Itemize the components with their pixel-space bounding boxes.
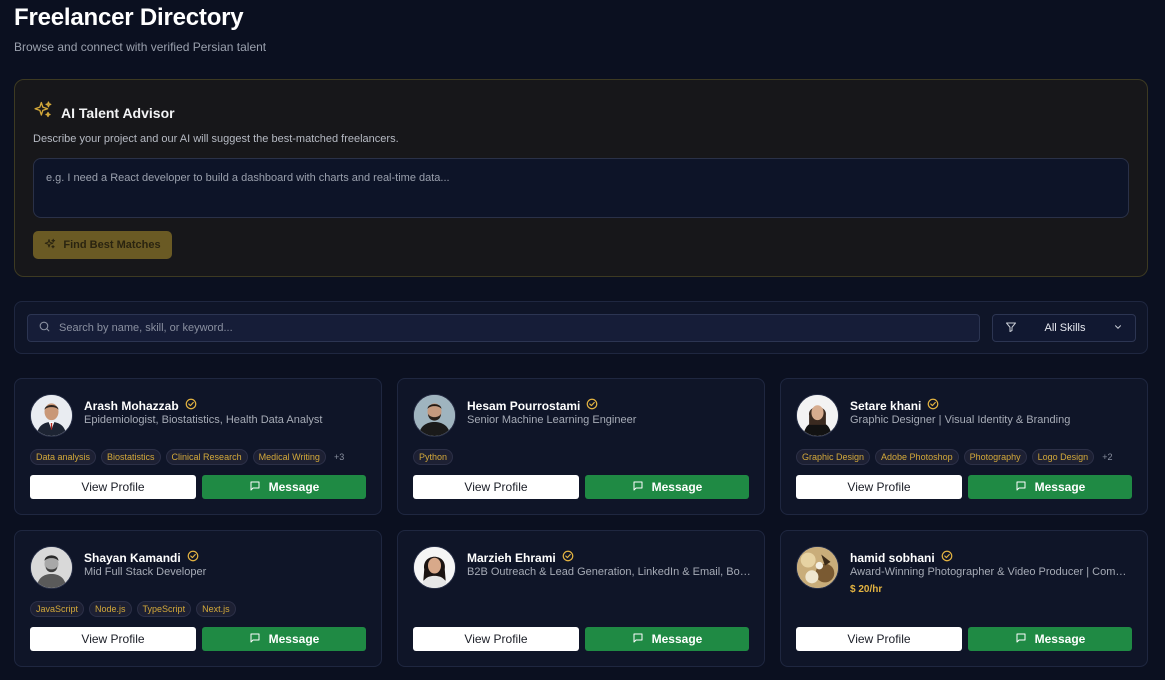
chat-bubble-icon — [632, 480, 644, 495]
message-label: Message — [268, 632, 320, 646]
message-label: Message — [1034, 480, 1086, 494]
skill-tags: Graphic Design Adobe Photoshop Photograp… — [796, 449, 1112, 465]
search-input[interactable]: Search by name, skill, or keyword... — [27, 314, 980, 342]
freelancer-name: Arash Mohazzab — [84, 399, 179, 413]
freelancer-name: Setare khani — [850, 399, 922, 413]
freelancer-card: Setare khani Graphic Designer | Visual I… — [780, 378, 1148, 515]
message-button[interactable]: Message — [202, 475, 366, 499]
chat-bubble-icon — [1015, 632, 1027, 647]
avatar — [413, 394, 456, 437]
skill-tag: Clinical Research — [165, 449, 248, 465]
freelancer-card: Arash Mohazzab Epidemiologist, Biostatis… — [14, 378, 382, 515]
message-button[interactable]: Message — [202, 627, 366, 651]
avatar — [30, 394, 73, 437]
view-profile-button[interactable]: View Profile — [30, 475, 196, 499]
skill-tag: Graphic Design — [796, 449, 871, 465]
freelancer-role: Graphic Designer | Visual Identity & Bra… — [850, 414, 1071, 426]
message-label: Message — [1034, 632, 1086, 646]
advisor-description: Describe your project and our AI will su… — [33, 133, 399, 145]
chat-bubble-icon — [249, 480, 261, 495]
freelancer-card: hamid sobhani Award-Winning Photographer… — [780, 530, 1148, 667]
verified-badge-icon — [941, 549, 953, 567]
skills-filter-value: All Skills — [1044, 322, 1086, 334]
skill-tag: Node.js — [89, 601, 132, 617]
freelancer-role: B2B Outreach & Lead Generation, LinkedIn… — [467, 566, 752, 578]
chat-bubble-icon — [632, 632, 644, 647]
avatar — [796, 546, 839, 589]
view-profile-button[interactable]: View Profile — [796, 475, 962, 499]
message-button[interactable]: Message — [968, 627, 1132, 651]
message-label: Message — [651, 632, 703, 646]
hourly-rate: $ 20/hr — [850, 584, 883, 595]
view-profile-button[interactable]: View Profile — [30, 627, 196, 651]
freelancer-name: Marzieh Ehrami — [467, 551, 556, 565]
advisor-title: AI Talent Advisor — [61, 104, 175, 121]
skill-tag: Data analysis — [30, 449, 97, 465]
skill-tags: Data analysis Biostatistics Clinical Res… — [30, 449, 344, 465]
skill-tag: Adobe Photoshop — [875, 449, 959, 465]
view-profile-button[interactable]: View Profile — [413, 627, 579, 651]
freelancer-card: Hesam Pourrostami Senior Machine Learnin… — [397, 378, 765, 515]
skill-tag: Python — [413, 449, 454, 465]
chat-bubble-icon — [1015, 480, 1027, 495]
view-profile-button[interactable]: View Profile — [796, 627, 962, 651]
verified-badge-icon — [586, 397, 598, 415]
skills-filter-select[interactable]: All Skills — [992, 314, 1136, 342]
skill-tags: JavaScript Node.js TypeScript Next.js — [30, 601, 236, 617]
freelancer-role: Senior Machine Learning Engineer — [467, 414, 637, 426]
freelancer-name: hamid sobhani — [850, 551, 935, 565]
page-title: Freelancer Directory — [14, 4, 244, 31]
project-description-input[interactable]: e.g. I need a React developer to build a… — [33, 158, 1129, 218]
message-button[interactable]: Message — [968, 475, 1132, 499]
find-best-matches-button[interactable]: Find Best Matches — [33, 231, 172, 259]
skill-tag: Photography — [963, 449, 1027, 465]
skill-tags: Python — [413, 449, 454, 465]
freelancer-name: Shayan Kamandi — [84, 551, 181, 565]
message-label: Message — [651, 480, 703, 494]
avatar — [30, 546, 73, 589]
verified-badge-icon — [562, 549, 574, 567]
search-filter-bar: Search by name, skill, or keyword... All… — [14, 301, 1148, 354]
page-subtitle: Browse and connect with verified Persian… — [14, 40, 267, 54]
skill-tag: JavaScript — [30, 601, 85, 617]
message-button[interactable]: Message — [585, 627, 749, 651]
message-label: Message — [268, 480, 320, 494]
freelancer-role: Mid Full Stack Developer — [84, 566, 207, 578]
find-best-matches-label: Find Best Matches — [63, 239, 161, 251]
ai-talent-advisor-panel: AI Talent Advisor Describe your project … — [14, 79, 1148, 277]
more-skills-count: +3 — [333, 452, 345, 462]
skill-tag: Medical Writing — [252, 449, 326, 465]
avatar — [413, 546, 456, 589]
sparkles-icon — [33, 100, 53, 125]
message-button[interactable]: Message — [585, 475, 749, 499]
freelancer-directory-page: Freelancer Directory Browse and connect … — [0, 0, 1165, 680]
avatar — [796, 394, 839, 437]
skill-tag: TypeScript — [136, 601, 192, 617]
search-placeholder: Search by name, skill, or keyword... — [59, 322, 233, 334]
advisor-header: AI Talent Advisor — [33, 100, 175, 125]
skill-tag: Biostatistics — [101, 449, 161, 465]
freelancer-role: Epidemiologist, Biostatistics, Health Da… — [84, 414, 323, 426]
sparkles-icon — [44, 238, 56, 253]
verified-badge-icon — [185, 397, 197, 415]
freelancer-card: Marzieh Ehrami B2B Outreach & Lead Gener… — [397, 530, 765, 667]
search-icon — [38, 320, 51, 336]
view-profile-button[interactable]: View Profile — [413, 475, 579, 499]
skill-tag: Next.js — [196, 601, 236, 617]
chevron-down-icon — [1113, 322, 1123, 335]
verified-badge-icon — [927, 397, 939, 415]
verified-badge-icon — [187, 549, 199, 567]
freelancer-card: Shayan Kamandi Mid Full Stack Developer … — [14, 530, 382, 667]
freelancer-role: Award-Winning Photographer & Video Produ… — [850, 566, 1135, 578]
chat-bubble-icon — [249, 632, 261, 647]
skill-tag: Logo Design — [1031, 449, 1095, 465]
more-skills-count: +2 — [1102, 452, 1113, 462]
freelancer-name: Hesam Pourrostami — [467, 399, 581, 413]
filter-icon — [1005, 321, 1017, 336]
